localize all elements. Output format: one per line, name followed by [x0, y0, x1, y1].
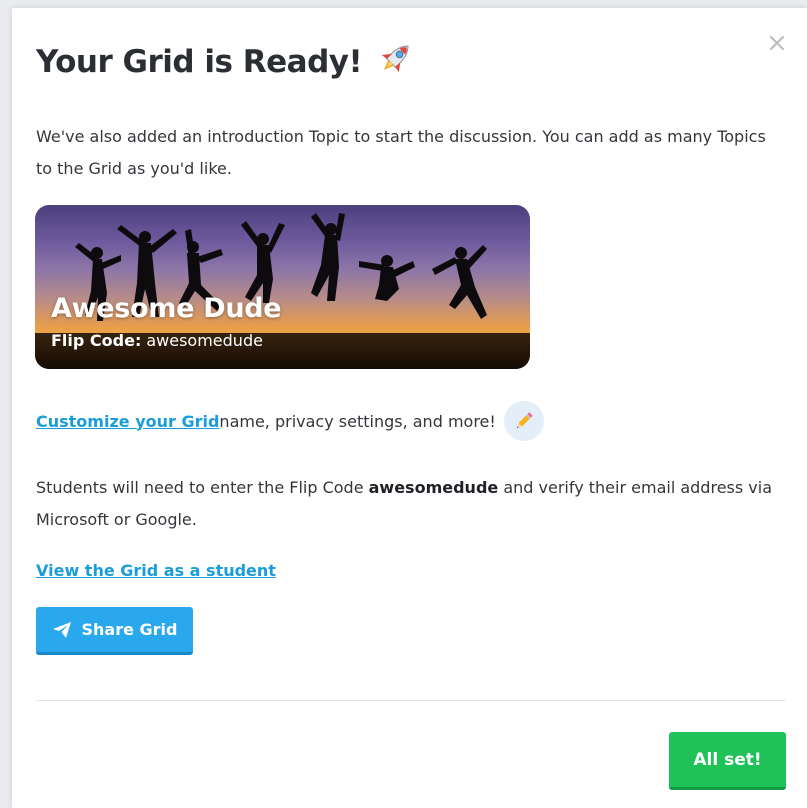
- view-as-student-link[interactable]: View the Grid as a student: [36, 561, 276, 580]
- flip-code-value: awesomedude: [146, 331, 263, 350]
- grid-banner: Awesome Dude Flip Code: awesomedude: [35, 205, 530, 369]
- paper-plane-icon: [52, 621, 71, 638]
- grid-ready-dialog: Your Grid is Ready! We've also added an …: [12, 8, 807, 808]
- flip-code-line: Flip Code: awesomedude: [51, 331, 263, 350]
- footer-divider: [36, 700, 786, 701]
- customize-grid-link[interactable]: Customize your Grid: [36, 412, 219, 431]
- dialog-title-text: Your Grid is Ready!: [36, 44, 363, 80]
- students-flip-code: awesomedude: [368, 478, 499, 497]
- grid-name: Awesome Dude: [51, 293, 282, 324]
- students-instructions: Students will need to enter the Flip Cod…: [36, 472, 776, 536]
- flip-code-label: Flip Code:: [51, 331, 142, 350]
- intro-text: We've also added an introduction Topic t…: [36, 127, 766, 178]
- students-text-before: Students will need to enter the Flip Cod…: [36, 478, 369, 497]
- customize-description: name, privacy settings, and more!: [219, 411, 496, 431]
- pencil-icon: [503, 401, 544, 441]
- share-grid-button[interactable]: Share Grid: [36, 607, 193, 655]
- rocket-icon: [376, 38, 416, 86]
- all-set-button[interactable]: All set!: [669, 732, 786, 790]
- dialog-title: Your Grid is Ready!: [36, 38, 416, 86]
- close-icon[interactable]: [768, 34, 786, 52]
- close-button[interactable]: [764, 30, 790, 56]
- customize-line: Customize your Grid name, privacy settin…: [36, 401, 544, 441]
- share-grid-label: Share Grid: [81, 620, 178, 639]
